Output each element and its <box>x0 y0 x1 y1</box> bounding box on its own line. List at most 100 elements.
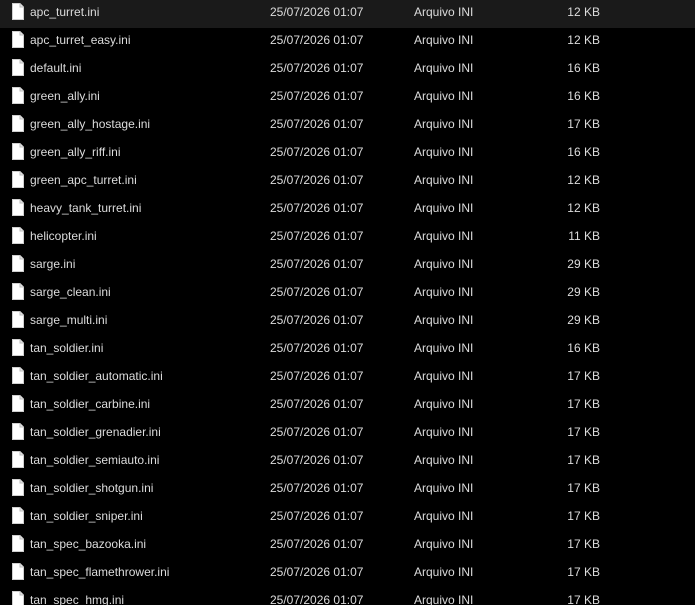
file-row[interactable]: tan_soldier_grenadier.ini 25/07/2026 01:… <box>0 420 695 448</box>
file-modified-date: 25/07/2026 01:07 <box>270 593 364 605</box>
file-name: green_ally_hostage.ini <box>30 117 151 131</box>
file-type: Arquivo INI <box>414 257 474 271</box>
file-row[interactable]: apc_turret.ini 25/07/2026 01:07 Arquivo … <box>0 0 695 28</box>
file-size: 12 KB <box>567 173 600 187</box>
file-row[interactable]: green_ally.ini 25/07/2026 01:07 Arquivo … <box>0 84 695 112</box>
file-type: Arquivo INI <box>414 5 474 19</box>
file-modified-date: 25/07/2026 01:07 <box>270 481 364 495</box>
file-size: 12 KB <box>567 33 600 47</box>
file-row[interactable]: tan_spec_hmg.ini 25/07/2026 01:07 Arquiv… <box>0 588 695 605</box>
file-type: Arquivo INI <box>414 229 474 243</box>
file-row[interactable]: tan_soldier_shotgun.ini 25/07/2026 01:07… <box>0 476 695 504</box>
file-type: Arquivo INI <box>414 89 474 103</box>
file-size: 17 KB <box>567 117 600 131</box>
file-name: green_ally.ini <box>30 89 100 103</box>
file-row[interactable]: green_ally_riff.ini 25/07/2026 01:07 Arq… <box>0 140 695 168</box>
file-name: tan_soldier.ini <box>30 341 104 355</box>
file-row[interactable]: sarge_multi.ini 25/07/2026 01:07 Arquivo… <box>0 308 695 336</box>
file-row[interactable]: tan_soldier_carbine.ini 25/07/2026 01:07… <box>0 392 695 420</box>
ini-file-icon <box>12 227 24 244</box>
file-type: Arquivo INI <box>414 593 474 605</box>
file-size: 11 KB <box>568 229 600 243</box>
file-row[interactable]: tan_soldier.ini 25/07/2026 01:07 Arquivo… <box>0 336 695 364</box>
file-row[interactable]: heavy_tank_turret.ini 25/07/2026 01:07 A… <box>0 196 695 224</box>
file-size: 17 KB <box>567 565 600 579</box>
ini-file-icon <box>12 367 24 384</box>
file-size: 17 KB <box>567 425 600 439</box>
file-name: green_ally_riff.ini <box>30 145 121 159</box>
ini-file-icon <box>12 87 24 104</box>
file-row[interactable]: sarge.ini 25/07/2026 01:07 Arquivo INI 2… <box>0 252 695 280</box>
file-list: apc_turret.ini 25/07/2026 01:07 Arquivo … <box>0 0 695 605</box>
file-row[interactable]: tan_spec_flamethrower.ini 25/07/2026 01:… <box>0 560 695 588</box>
file-modified-date: 25/07/2026 01:07 <box>270 509 364 523</box>
file-size: 17 KB <box>567 397 600 411</box>
ini-file-icon <box>12 507 24 524</box>
file-type: Arquivo INI <box>414 313 474 327</box>
file-modified-date: 25/07/2026 01:07 <box>270 453 364 467</box>
file-modified-date: 25/07/2026 01:07 <box>270 61 364 75</box>
file-row[interactable]: helicopter.ini 25/07/2026 01:07 Arquivo … <box>0 224 695 252</box>
file-modified-date: 25/07/2026 01:07 <box>270 369 364 383</box>
file-row[interactable]: tan_soldier_semiauto.ini 25/07/2026 01:0… <box>0 448 695 476</box>
file-size: 17 KB <box>567 593 600 605</box>
ini-file-icon <box>12 255 24 272</box>
ini-file-icon <box>12 143 24 160</box>
file-size: 29 KB <box>567 257 600 271</box>
file-modified-date: 25/07/2026 01:07 <box>270 145 364 159</box>
ini-file-icon <box>12 171 24 188</box>
file-type: Arquivo INI <box>414 397 474 411</box>
file-name: sarge_multi.ini <box>30 313 108 327</box>
file-modified-date: 25/07/2026 01:07 <box>270 89 364 103</box>
ini-file-icon <box>12 115 24 132</box>
file-type: Arquivo INI <box>414 537 474 551</box>
file-name: tan_spec_hmg.ini <box>30 593 125 605</box>
file-size: 29 KB <box>567 313 600 327</box>
file-row[interactable]: sarge_clean.ini 25/07/2026 01:07 Arquivo… <box>0 280 695 308</box>
file-size: 29 KB <box>567 285 600 299</box>
file-type: Arquivo INI <box>414 201 474 215</box>
file-type: Arquivo INI <box>414 285 474 299</box>
file-size: 16 KB <box>567 61 600 75</box>
file-name: heavy_tank_turret.ini <box>30 201 142 215</box>
file-type: Arquivo INI <box>414 453 474 467</box>
file-type: Arquivo INI <box>414 173 474 187</box>
file-size: 17 KB <box>567 369 600 383</box>
file-row[interactable]: tan_soldier_sniper.ini 25/07/2026 01:07 … <box>0 504 695 532</box>
file-type: Arquivo INI <box>414 509 474 523</box>
file-modified-date: 25/07/2026 01:07 <box>270 565 364 579</box>
file-row[interactable]: tan_spec_bazooka.ini 25/07/2026 01:07 Ar… <box>0 532 695 560</box>
file-name: green_apc_turret.ini <box>30 173 137 187</box>
file-type: Arquivo INI <box>414 425 474 439</box>
ini-file-icon <box>12 3 24 20</box>
ini-file-icon <box>12 479 24 496</box>
file-row[interactable]: tan_soldier_automatic.ini 25/07/2026 01:… <box>0 364 695 392</box>
ini-file-icon <box>12 591 24 605</box>
file-size: 12 KB <box>567 5 600 19</box>
file-size: 16 KB <box>567 145 600 159</box>
file-row[interactable]: apc_turret_easy.ini 25/07/2026 01:07 Arq… <box>0 28 695 56</box>
file-name: default.ini <box>30 61 82 75</box>
file-size: 17 KB <box>567 481 600 495</box>
file-modified-date: 25/07/2026 01:07 <box>270 257 364 271</box>
file-modified-date: 25/07/2026 01:07 <box>270 173 364 187</box>
file-type: Arquivo INI <box>414 481 474 495</box>
file-name: tan_soldier_shotgun.ini <box>30 481 154 495</box>
file-row[interactable]: default.ini 25/07/2026 01:07 Arquivo INI… <box>0 56 695 84</box>
file-modified-date: 25/07/2026 01:07 <box>270 313 364 327</box>
file-type: Arquivo INI <box>414 61 474 75</box>
file-row[interactable]: green_ally_hostage.ini 25/07/2026 01:07 … <box>0 112 695 140</box>
file-type: Arquivo INI <box>414 117 474 131</box>
file-size: 17 KB <box>567 453 600 467</box>
file-modified-date: 25/07/2026 01:07 <box>270 117 364 131</box>
ini-file-icon <box>12 395 24 412</box>
ini-file-icon <box>12 339 24 356</box>
file-name: sarge.ini <box>30 257 76 271</box>
file-modified-date: 25/07/2026 01:07 <box>270 229 364 243</box>
file-modified-date: 25/07/2026 01:07 <box>270 201 364 215</box>
file-type: Arquivo INI <box>414 33 474 47</box>
file-type: Arquivo INI <box>414 565 474 579</box>
ini-file-icon <box>12 563 24 580</box>
file-row[interactable]: green_apc_turret.ini 25/07/2026 01:07 Ar… <box>0 168 695 196</box>
file-modified-date: 25/07/2026 01:07 <box>270 341 364 355</box>
